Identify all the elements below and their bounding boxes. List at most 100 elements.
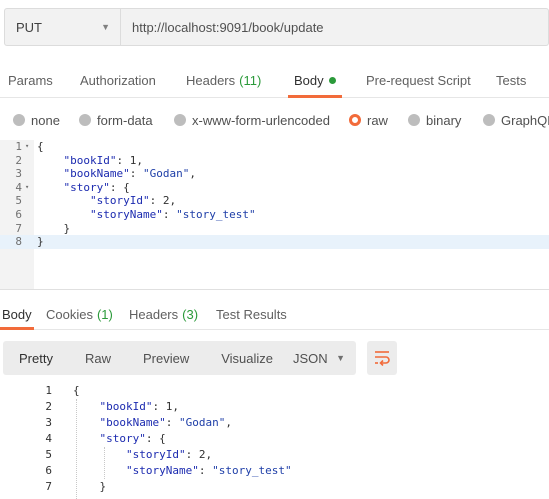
- view-visualize-button[interactable]: Visualize: [205, 341, 289, 375]
- tab-params[interactable]: Params: [8, 64, 53, 97]
- code-text: "bookName": "Godan",: [99, 416, 232, 429]
- code-line: 2 "bookId": 1,: [0, 399, 549, 415]
- radio-none[interactable]: none: [13, 108, 60, 132]
- format-select[interactable]: JSON ▼: [283, 341, 356, 375]
- tab-count: (1): [96, 307, 113, 322]
- chevron-down-icon: ▼: [101, 22, 110, 32]
- code-text: "bookId": 1,: [63, 153, 143, 167]
- tab-authorization[interactable]: Authorization: [80, 64, 156, 97]
- radio-raw[interactable]: raw: [349, 108, 388, 132]
- line-number: 6: [45, 464, 52, 477]
- response-tab-body[interactable]: Body: [0, 300, 34, 330]
- code-line: 7 }: [0, 222, 549, 236]
- code-line: 2 "bookId": 1,: [0, 154, 549, 168]
- radio-label: raw: [367, 112, 388, 128]
- line-number: 2: [45, 400, 52, 413]
- tab-label: Body: [294, 73, 324, 88]
- tab-label: Pre-request Script: [366, 73, 471, 88]
- response-tab-cookies[interactable]: Cookies (1): [46, 300, 113, 329]
- line-number: 1: [45, 384, 52, 397]
- line-number: 3: [15, 167, 22, 181]
- radio-label: binary: [426, 112, 462, 128]
- code-line: 1 {: [0, 383, 549, 399]
- tab-count: (11): [239, 73, 262, 88]
- tab-pre-request-script[interactable]: Pre-request Script: [366, 64, 471, 97]
- code-text: {: [37, 140, 44, 153]
- url-input[interactable]: http://localhost:9091/book/update: [121, 9, 548, 45]
- code-text: "storyName": "story_test": [89, 208, 256, 221]
- response-tab-headers[interactable]: Headers (3): [129, 300, 198, 329]
- code-line: 5 "storyId": 2,: [0, 447, 549, 463]
- line-number: 1: [15, 140, 22, 153]
- fold-icon[interactable]: ▾: [25, 140, 29, 154]
- radio-icon: [174, 114, 186, 126]
- code-line: 6 "storyName": "story_test": [0, 208, 549, 222]
- code-line: 4 ▾ "story": {: [0, 181, 549, 195]
- code-line: 4 "story": {: [0, 431, 549, 447]
- radio-label: form-data: [97, 112, 153, 128]
- line-number: 3: [45, 416, 52, 429]
- view-pretty-button[interactable]: Pretty: [3, 341, 69, 375]
- tab-count: (3): [182, 307, 199, 322]
- fold-icon[interactable]: ▾: [25, 181, 29, 195]
- method-label: PUT: [16, 19, 42, 35]
- radio-binary[interactable]: binary: [408, 108, 461, 132]
- radio-selected-icon: [349, 114, 361, 126]
- radio-icon: [13, 114, 25, 126]
- code-text: "bookName": "Godan",: [63, 167, 196, 181]
- code-line: 6 "storyName": "story_test": [0, 463, 549, 479]
- line-number: 7: [45, 480, 52, 493]
- tab-label: Test Results: [216, 307, 287, 322]
- code-text: "storyId": 2,: [125, 448, 213, 461]
- tab-tests[interactable]: Tests: [496, 64, 526, 97]
- tab-label: Headers: [186, 73, 236, 88]
- response-tab-test-results[interactable]: Test Results: [216, 300, 287, 329]
- radio-label: GraphQL: [501, 112, 549, 128]
- line-number: 5: [15, 194, 22, 208]
- tab-label: Body: [2, 307, 32, 322]
- radio-label: none: [31, 112, 60, 128]
- line-number: 5: [45, 448, 52, 461]
- tab-body[interactable]: Body: [288, 64, 342, 98]
- chevron-down-icon: ▼: [336, 353, 345, 363]
- view-preview-button[interactable]: Preview: [127, 341, 205, 375]
- request-url-bar: PUT ▼ http://localhost:9091/book/update: [4, 8, 549, 46]
- radio-icon: [79, 114, 91, 126]
- line-number: 4: [15, 180, 22, 194]
- code-line-active: 8 }: [0, 235, 549, 249]
- code-line: 7 }: [0, 479, 549, 495]
- response-body-viewer[interactable]: 1 { 2 "bookId": 1, 3 "bookName": "Godan"…: [0, 383, 549, 499]
- code-line: 1 ▾ {: [0, 140, 549, 154]
- response-tabs: Body Cookies (1) Headers (3) Test Result…: [0, 300, 549, 330]
- code-text: "story": {: [63, 180, 130, 194]
- code-line: 3 "bookName": "Godan",: [0, 167, 549, 181]
- code-text: {: [73, 384, 80, 397]
- tab-label: Tests: [496, 73, 527, 88]
- radio-x-www-form-urlencoded[interactable]: x-www-form-urlencoded: [174, 108, 330, 132]
- code-text: }: [37, 235, 44, 249]
- radio-label: x-www-form-urlencoded: [192, 112, 330, 128]
- code-text: }: [73, 480, 107, 493]
- code-text: }: [37, 221, 71, 235]
- format-label: JSON: [293, 350, 328, 366]
- method-select[interactable]: PUT ▼: [5, 9, 121, 45]
- line-number: 8: [15, 235, 22, 249]
- wrap-lines-icon: [375, 351, 390, 366]
- radio-form-data[interactable]: form-data: [79, 108, 153, 132]
- code-line: 5 "storyId": 2,: [0, 194, 549, 208]
- request-tabs: Params Authorization Headers (11) Body P…: [0, 64, 549, 98]
- tab-label: Headers: [129, 307, 179, 322]
- tab-headers[interactable]: Headers (11): [186, 64, 261, 97]
- request-body-editor[interactable]: 1 ▾ { 2 "bookId": 1, 3 "bookName": "Goda…: [0, 140, 549, 290]
- radio-graphql[interactable]: GraphQL: [483, 108, 549, 132]
- code-line: 3 "bookName": "Godan",: [0, 415, 549, 431]
- line-number: 7: [15, 221, 22, 235]
- view-raw-button[interactable]: Raw: [69, 341, 127, 375]
- wrap-lines-button[interactable]: [367, 341, 397, 375]
- code-text: "storyName": "story_test": [125, 464, 292, 477]
- code-text: "bookId": 1,: [99, 400, 179, 413]
- body-type-options: none form-data x-www-form-urlencoded raw…: [0, 108, 549, 132]
- code-text: "storyId": 2,: [89, 194, 177, 208]
- tab-label: Authorization: [80, 73, 156, 88]
- view-mode-selector: Pretty Raw Preview Visualize: [3, 341, 290, 375]
